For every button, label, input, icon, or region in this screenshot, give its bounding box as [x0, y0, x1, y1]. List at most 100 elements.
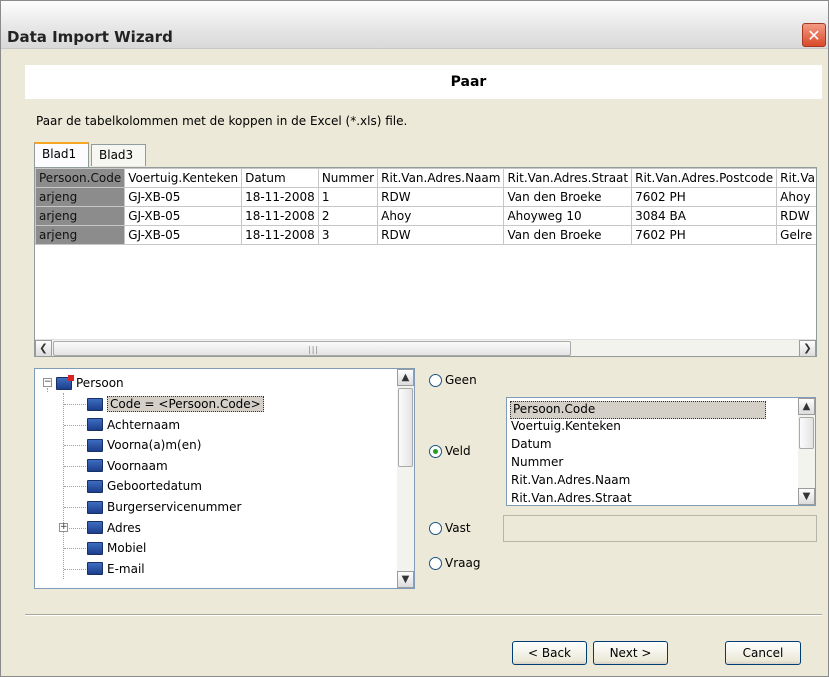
expand-icon[interactable]: + [59, 522, 68, 532]
tab-blad3[interactable]: Blad3 [91, 144, 146, 166]
collapse-icon[interactable]: − [43, 378, 52, 387]
field-list-item[interactable]: Rit.Van.Adres.Straat [511, 491, 632, 505]
column-header[interactable]: Rit.Van.Adres.Naam [377, 168, 505, 188]
tree-node[interactable]: Burgerservicenummer [87, 497, 241, 517]
field-list-item[interactable]: Voertuig.Kenteken [511, 419, 621, 437]
table-row[interactable]: arjeng GJ-XB-05 18-11-2008 3 RDW Van den Broe… [35, 225, 816, 245]
column-header[interactable]: Rit.Van.Adres.Plaats [776, 168, 816, 188]
table-row[interactable]: arjeng GJ-XB-05 18-11-2008 1 RDW Van den Broe… [35, 187, 816, 207]
tree-node[interactable]: Mobiel [87, 538, 146, 558]
column-header[interactable]: Nummer [317, 168, 379, 188]
tree-node-label: Code = <Persoon.Code> [107, 396, 264, 412]
tree-node-label: Geboortedatum [107, 479, 202, 494]
close-button[interactable]: ✕ [802, 23, 826, 47]
folder-icon [87, 521, 103, 535]
field-scroll-down-button[interactable]: ▼ [798, 488, 815, 505]
tree-vertical-scrollbar[interactable]: ▲ ▼ [397, 369, 414, 588]
folder-icon [87, 541, 103, 555]
tab-blad1[interactable]: Blad1 [34, 142, 89, 167]
field-listbox[interactable]: Persoon.Code Voertuig.Kenteken Datum Nummer… [506, 397, 816, 506]
next-button-label: Next > [609, 646, 652, 660]
option-vraag[interactable]: Vraag [429, 556, 480, 570]
field-list-item[interactable]: Nummer [511, 455, 563, 473]
field-list-item[interactable]: Datum [511, 437, 552, 455]
table-cell: 1 [317, 187, 379, 207]
tree-root-persoon[interactable]: Persoon [56, 373, 124, 393]
folder-icon [87, 459, 103, 473]
tree-node-label: Voorna(a)m(en) [107, 438, 202, 453]
radio-veld[interactable] [429, 444, 442, 458]
horizontal-scrollbar[interactable]: ❮ ||| ❯ [35, 339, 816, 356]
tree-node-label: Mobiel [107, 541, 147, 556]
tree-node[interactable]: Adres [87, 518, 141, 538]
scroll-left-button[interactable]: ❮ [35, 340, 52, 356]
radio-vast[interactable] [429, 521, 442, 535]
cancel-button[interactable]: Cancel [725, 641, 801, 665]
folder-icon [87, 479, 103, 493]
back-button[interactable]: < Back [512, 641, 587, 665]
excel-preview-grid: Persoon.Code Voertuig.Kenteken Datum Nummer… [34, 167, 817, 357]
tree-root-label: Persoon [76, 376, 124, 390]
horizontal-scroll-thumb[interactable]: ||| [53, 341, 571, 356]
option-geen-label: Geen [445, 373, 477, 387]
tree-node[interactable]: E-mail [87, 559, 145, 579]
option-vraag-label: Vraag [445, 556, 481, 570]
back-button-label: < Back [527, 646, 571, 660]
button-separator [25, 614, 822, 616]
scroll-right-button[interactable]: ❯ [799, 340, 816, 356]
tree-line [64, 568, 86, 570]
step-header: Paar [25, 65, 822, 99]
vast-value-input[interactable] [503, 515, 817, 542]
option-veld[interactable]: Veld [429, 444, 471, 458]
tree-line [47, 388, 48, 392]
column-header[interactable]: Rit.Van.Adres.Postcode [631, 168, 778, 188]
column-header[interactable]: Persoon.Code [35, 168, 126, 188]
scroll-up-button[interactable]: ▲ [397, 369, 414, 386]
table-cell: arjeng [35, 187, 126, 207]
entity-tree[interactable]: − Persoon Code = <Persoon.Code> Achternaa… [34, 368, 415, 589]
chevron-right-icon: ❯ [803, 343, 812, 354]
folder-icon [87, 397, 103, 411]
table-cell: RDW [377, 187, 505, 207]
tree-line [64, 486, 86, 488]
column-header[interactable]: Voertuig.Kenteken [124, 168, 243, 188]
folder-icon [87, 500, 103, 514]
tree-node[interactable]: Geboortedatum [87, 476, 202, 496]
table-header-row: Persoon.Code Voertuig.Kenteken Datum Nummer… [35, 168, 816, 188]
radio-vraag[interactable] [429, 556, 442, 570]
table-cell: Ahoy [776, 187, 816, 207]
table-cell: 18-11-2008 [241, 206, 319, 226]
option-geen[interactable]: Geen [429, 373, 477, 387]
tree-node[interactable]: Code = <Persoon.Code> [87, 394, 264, 414]
option-vast[interactable]: Vast [429, 521, 471, 535]
field-list-scrollbar[interactable]: ▲ ▼ [798, 398, 815, 505]
next-button[interactable]: Next > [593, 641, 668, 665]
tree-line [64, 548, 86, 550]
field-scroll-thumb[interactable] [799, 417, 814, 449]
table-row[interactable]: arjeng GJ-XB-05 18-11-2008 2 Ahoy Ahoyweg 10 3… [35, 206, 816, 226]
step-title: Paar [450, 74, 487, 90]
instruction-text: Paar de tabelkolommen met de koppen in d… [36, 114, 408, 128]
tree-node-label: Burgerservicenummer [107, 500, 242, 514]
chevron-up-icon: ▲ [802, 401, 811, 412]
chevron-down-icon: ▼ [802, 491, 811, 502]
tree-node[interactable]: Voorna(a)m(en) [87, 435, 201, 455]
chevron-up-icon: ▲ [401, 372, 410, 383]
tree-line [64, 404, 86, 405]
tree-node[interactable]: Voornaam [87, 456, 168, 476]
field-list-item[interactable]: Rit.Van.Adres.Naam [511, 473, 630, 491]
field-list-item[interactable]: Persoon.Code [510, 401, 766, 419]
field-scroll-up-button[interactable]: ▲ [798, 398, 815, 415]
wizard-window: Data Import Wizard ✕ Paar Paar de tabelk… [0, 0, 829, 677]
tree-node[interactable]: Achternaam [87, 415, 180, 435]
scroll-down-button[interactable]: ▼ [397, 571, 414, 588]
tree-scroll-thumb[interactable] [398, 388, 413, 467]
option-vast-label: Vast [445, 521, 471, 535]
option-veld-label: Veld [445, 444, 471, 458]
table-cell: 18-11-2008 [241, 187, 319, 207]
column-header[interactable]: Rit.Van.Adres.Straat [503, 168, 633, 188]
tree-node-label: Adres [107, 520, 141, 535]
column-header[interactable]: Datum [241, 168, 319, 188]
radio-geen[interactable] [429, 373, 442, 387]
cancel-button-label: Cancel [742, 646, 784, 660]
